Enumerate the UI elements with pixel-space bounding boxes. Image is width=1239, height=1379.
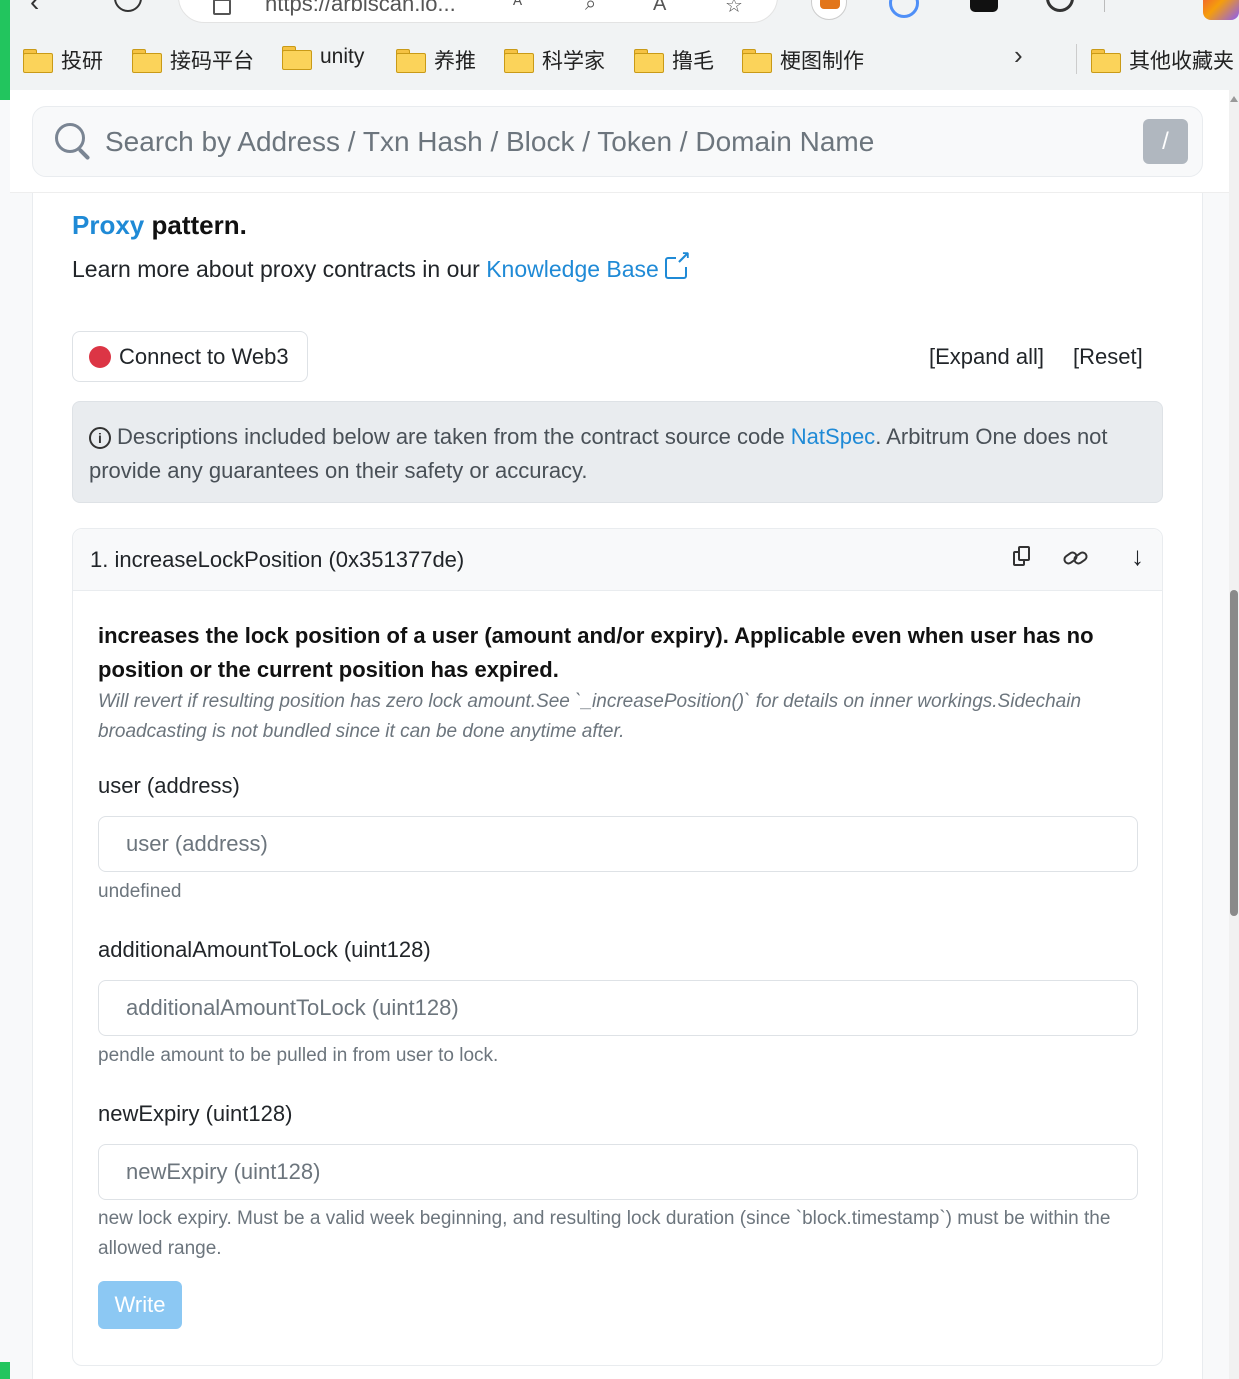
chevron-right-icon[interactable]: › [1014,40,1023,71]
blocker-extension-icon[interactable] [889,0,919,18]
param-help-new-expiry: new lock expiry. Must be a valid week be… [98,1208,1111,1259]
param-label-additional-amount: additionalAmountToLock (uint128) [98,937,431,962]
url-text: https://arbiscan.io... [265,0,456,16]
extension-icon[interactable] [970,0,998,12]
expand-all-link[interactable]: [Expand all] [929,344,1044,370]
function-header[interactable]: 1. increaseLockPosition (0x351377de) ↓ [73,529,1162,591]
other-bookmarks-folder[interactable]: 其他收藏夹 [1091,45,1234,75]
extensions-puzzle-icon[interactable] [1046,0,1074,12]
toolbar-divider [1104,0,1105,12]
bookmark-folder[interactable]: 养推 [396,45,476,75]
connect-web3-button[interactable]: Connect to Web3 [72,331,308,382]
search-input[interactable] [105,119,1125,165]
bookmark-folder[interactable]: 梗图制作 [742,45,864,75]
search-shortcut-key: / [1143,119,1188,164]
window-edge-accent-bottom [0,1362,10,1379]
reload-icon[interactable] [114,0,142,12]
bookmark-folder[interactable]: 接码平台 [132,45,254,75]
arrow-down-icon[interactable]: ↓ [1131,541,1144,572]
copilot-icon[interactable] [1203,0,1239,20]
function-card: 1. increaseLockPosition (0x351377de) ↓ i… [72,528,1163,1366]
scrollbar-thumb[interactable] [1230,590,1238,916]
learn-more-text: Learn more about proxy contracts in our … [72,249,691,283]
read-aloud-icon[interactable]: ᴬ [513,0,522,16]
folder-icon [742,49,772,73]
folder-icon [132,49,162,73]
info-icon: i [89,427,111,449]
bookmark-folder[interactable]: 投研 [23,45,103,75]
metamask-extension-icon[interactable] [811,0,847,20]
disconnected-status-dot [89,345,111,368]
copy-icon[interactable] [1009,545,1035,571]
site-info-icon[interactable] [213,0,231,15]
search-bar: / [32,106,1203,177]
param-input-user[interactable] [98,816,1138,872]
back-icon[interactable]: ‹ [30,0,39,18]
param-input-additional-amount[interactable] [98,980,1138,1036]
param-label-new-expiry: newExpiry (uint128) [98,1101,293,1126]
reset-link[interactable]: [Reset] [1073,344,1143,370]
reader-icon[interactable]: A [653,0,666,16]
param-label-user: user (address) [98,773,240,798]
page-content: 0x0c0d4c77f5a7c1cd2e5f0b82d8d0c0d0f0c7c9… [10,90,1229,1379]
search-icon [55,123,93,161]
window-edge-accent [0,0,10,100]
bookmark-folder[interactable]: 科学家 [504,45,605,75]
natspec-notice: i Descriptions included below are taken f… [72,401,1163,503]
external-link-icon[interactable] [664,249,691,279]
browser-toolbar: ‹ https://arbiscan.io... ᴬ ⌕ A ☆ [0,0,1239,30]
favorite-star-icon[interactable]: ☆ [725,0,743,18]
folder-icon [23,49,53,73]
folder-icon [396,49,426,73]
folder-icon [634,49,664,73]
folder-icon [282,46,312,70]
knowledge-base-link[interactable]: Knowledge Base [486,256,659,282]
write-button[interactable]: Write [98,1281,182,1329]
bookmarks-bar: 投研 接码平台 unity 养推 科学家 撸毛 梗图制作 › 其他收藏夹 [10,30,1239,90]
bookmarks-divider [1076,44,1077,74]
param-input-new-expiry[interactable] [98,1144,1138,1200]
param-help-user: undefined [98,881,182,902]
bookmark-folder[interactable]: unity [282,45,364,70]
proxy-pattern-text: Proxy pattern. [72,210,247,240]
scroll-up-icon[interactable] [1230,96,1238,102]
link-icon[interactable] [1061,545,1090,571]
address-bar[interactable]: https://arbiscan.io... ᴬ ⌕ A ☆ [178,0,778,23]
function-note: Will revert if resulting position has ze… [98,691,1082,742]
sticky-search-area: / [10,90,1229,193]
folder-icon [504,49,534,73]
folder-icon [1091,49,1121,73]
function-description: increases the lock position of a user (a… [98,623,1094,682]
param-help-additional-amount: pendle amount to be pulled in from user … [98,1045,499,1066]
function-title: 1. increaseLockPosition (0x351377de) [90,547,465,572]
bookmark-folder[interactable]: 撸毛 [634,45,714,75]
natspec-link[interactable]: NatSpec [791,424,875,449]
proxy-link[interactable]: Proxy [72,210,144,240]
zoom-icon[interactable]: ⌕ [585,0,596,16]
